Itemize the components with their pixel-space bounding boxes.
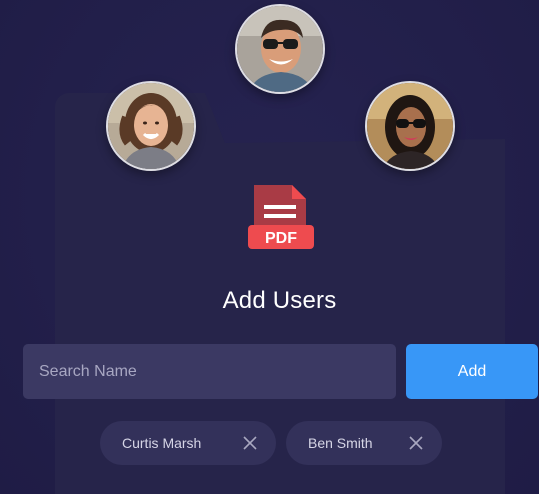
add-button[interactable]: Add [406,344,538,399]
pdf-file-icon: PDF [248,185,314,251]
selected-user-chip: Curtis Marsh [100,421,276,465]
pdf-file-fold [292,185,306,199]
chip-label: Ben Smith [308,435,373,451]
chip-label: Curtis Marsh [122,435,202,451]
add-users-screen: PDF Add Users Add Curtis Marsh Ben Smith [0,0,539,494]
pdf-badge-label: PDF [265,230,297,247]
user-avatar-woman-curly-hair[interactable] [106,81,196,171]
selected-user-chip: Ben Smith [286,421,442,465]
user-avatar-man-sunglasses[interactable] [235,4,325,94]
user-avatar-woman-sunglasses[interactable] [365,81,455,171]
search-name-input[interactable] [23,344,396,399]
page-title: Add Users [222,287,337,314]
avatar-photo [367,83,453,169]
pdf-text-line [264,214,296,218]
avatar-photo [108,83,194,169]
pdf-text-line [264,205,296,209]
close-icon[interactable] [409,436,423,450]
close-icon[interactable] [243,436,257,450]
avatar-photo [237,6,323,92]
